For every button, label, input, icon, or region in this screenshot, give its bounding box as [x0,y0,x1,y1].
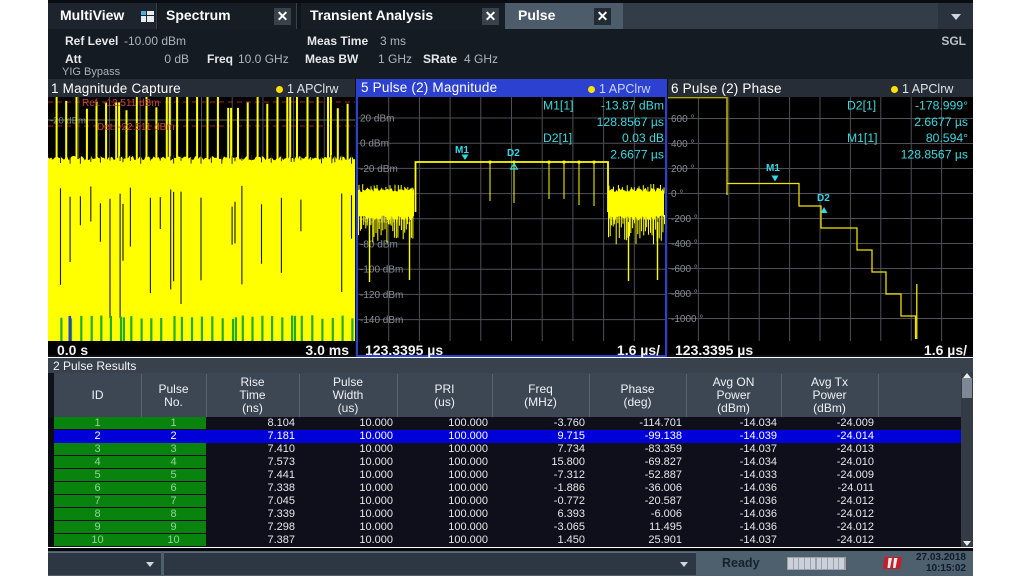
svg-text:-140 dBm: -140 dBm [360,315,403,326]
svg-text:M1[1]: M1[1] [543,99,573,113]
svg-text:-200 °: -200 ° [671,214,698,225]
svg-text:-178.999°: -178.999° [915,99,968,113]
svg-text:-80 dBm: -80 dBm [360,240,398,251]
svg-text:-600 °: -600 ° [671,264,698,275]
svg-text:D2[1]: D2[1] [543,131,572,145]
svg-text:2.6677 µs: 2.6677 µs [610,147,664,161]
svg-text:128.8567 µs: 128.8567 µs [901,147,968,161]
svg-text:M1[1]: M1[1] [847,131,877,145]
svg-text:600 °: 600 ° [671,114,694,125]
svg-text:80.594°: 80.594° [926,131,968,145]
svg-text:-100 dBm: -100 dBm [360,265,403,276]
svg-text:-13.87 dBm: -13.87 dBm [601,99,664,113]
svg-text:200 °: 200 ° [671,164,694,175]
svg-text:D2: D2 [507,148,520,159]
svg-text:0.03 dB: 0.03 dB [622,131,664,145]
svg-text:Det. -22.511 dBm: Det. -22.511 dBm [97,122,175,133]
svg-text:-800 °: -800 ° [671,289,698,300]
svg-text:-400 °: -400 ° [671,239,698,250]
svg-text:M1: M1 [766,163,780,174]
svg-text:20 dBm: 20 dBm [360,114,394,125]
svg-text:-120 dBm: -120 dBm [360,290,403,301]
svg-text:0 °: 0 ° [671,189,683,200]
svg-text:-1000 °: -1000 ° [671,314,703,325]
svg-text:D2[1]: D2[1] [847,99,876,113]
svg-text:2.6677 µs: 2.6677 µs [914,115,968,129]
svg-text:D2: D2 [817,193,830,204]
svg-text:128.8567 µs: 128.8567 µs [597,115,664,129]
svg-text:-20 dBm: -20 dBm [50,116,86,127]
svg-text:M1: M1 [455,145,469,156]
svg-text:-20 dBm: -20 dBm [360,164,398,175]
svg-text:400 °: 400 ° [671,139,694,150]
svg-text:Ref. -12.511 dBm: Ref. -12.511 dBm [82,98,160,109]
svg-text:0 dBm: 0 dBm [360,139,389,150]
